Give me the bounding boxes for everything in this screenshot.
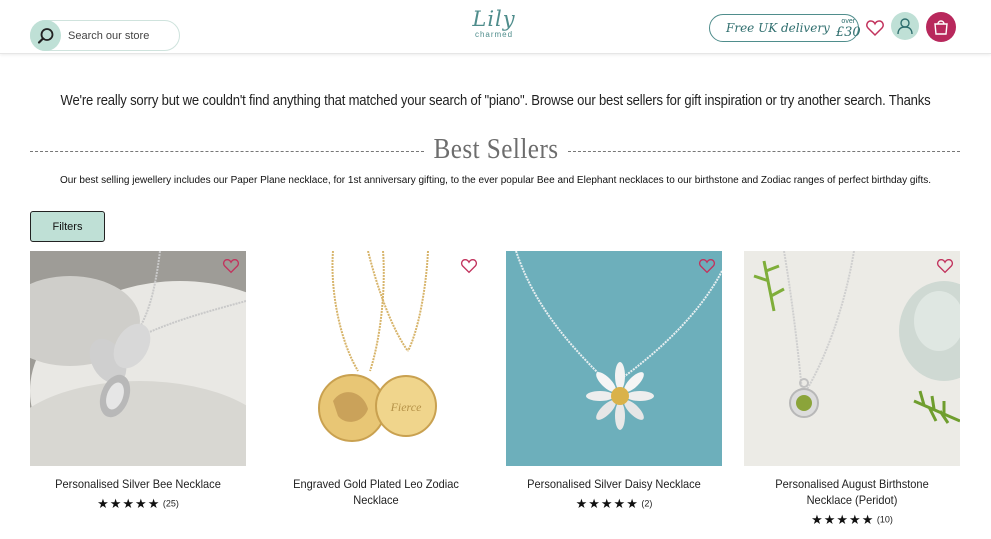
- product-image-daisy-necklace[interactable]: [506, 251, 722, 466]
- product-rating: ★★★★★ (2): [506, 496, 722, 512]
- product-rating: ★★★★★ (25): [30, 496, 246, 512]
- basket-button[interactable]: [926, 12, 956, 42]
- product-card[interactable]: Personalised August Birthstone Necklace …: [744, 251, 960, 528]
- free-delivery-badge[interactable]: Free UK delivery over £30: [709, 14, 861, 42]
- divider-right: [568, 151, 960, 152]
- delivery-threshold: over £30: [836, 18, 861, 39]
- wishlist-heart-icon[interactable]: [865, 18, 885, 38]
- delivery-over-label: over: [841, 17, 856, 25]
- user-icon: [897, 18, 913, 35]
- shopping-bag-icon: [934, 20, 948, 35]
- search-button[interactable]: [30, 20, 61, 51]
- delivery-text: Free UK delivery: [726, 21, 830, 35]
- star-rating-icons: ★★★★★: [575, 496, 639, 511]
- wishlist-heart-icon[interactable]: [222, 257, 240, 275]
- logo-sub-text: charmed: [474, 30, 514, 39]
- product-image-birthstone-necklace[interactable]: [744, 251, 960, 466]
- account-button[interactable]: [891, 12, 919, 40]
- product-card[interactable]: Personalised Silver Daisy Necklace ★★★★★…: [506, 251, 722, 512]
- product-rating: ★★★★★ (10): [744, 512, 960, 528]
- product-name[interactable]: Personalised Silver Bee Necklace: [39, 476, 238, 492]
- site-header: Lily charmed Free UK delivery over £30: [0, 0, 991, 54]
- wishlist-heart-icon[interactable]: [698, 257, 716, 275]
- product-card[interactable]: Fierce Engraved Gold Plated Leo Zodiac N…: [268, 251, 484, 508]
- product-image-leo-necklace[interactable]: Fierce: [268, 251, 484, 466]
- search-icon: [37, 27, 53, 44]
- product-name[interactable]: Engraved Gold Plated Leo Zodiac Necklace: [277, 476, 476, 508]
- review-count: (10): [876, 514, 893, 525]
- product-name[interactable]: Personalised Silver Daisy Necklace: [515, 476, 714, 492]
- delivery-price: £30: [835, 24, 861, 40]
- review-count: (25): [162, 498, 179, 509]
- best-sellers-heading: Best Sellers: [30, 134, 960, 168]
- search-input[interactable]: [68, 28, 173, 44]
- divider-left: [30, 151, 424, 152]
- review-count: (2): [641, 498, 653, 509]
- svg-text:Fierce: Fierce: [390, 400, 423, 414]
- no-results-message: We're really sorry but we couldn't find …: [60, 93, 931, 109]
- wishlist-heart-icon[interactable]: [460, 257, 478, 275]
- filters-button[interactable]: Filters: [30, 211, 105, 242]
- search-bar: [30, 20, 180, 51]
- best-sellers-description: Our best selling jewellery includes our …: [59, 175, 932, 186]
- wishlist-heart-icon[interactable]: [936, 257, 954, 275]
- product-name[interactable]: Personalised August Birthstone Necklace …: [753, 476, 952, 508]
- logo-main-text: Lily: [472, 7, 516, 31]
- best-sellers-title: Best Sellers: [433, 134, 559, 165]
- star-rating-icons: ★★★★★: [97, 496, 161, 511]
- logo[interactable]: Lily charmed: [466, 8, 522, 48]
- star-rating-icons: ★★★★★: [811, 512, 875, 527]
- product-card[interactable]: Personalised Silver Bee Necklace ★★★★★ (…: [30, 251, 246, 512]
- product-image-bee-necklace[interactable]: [30, 251, 246, 466]
